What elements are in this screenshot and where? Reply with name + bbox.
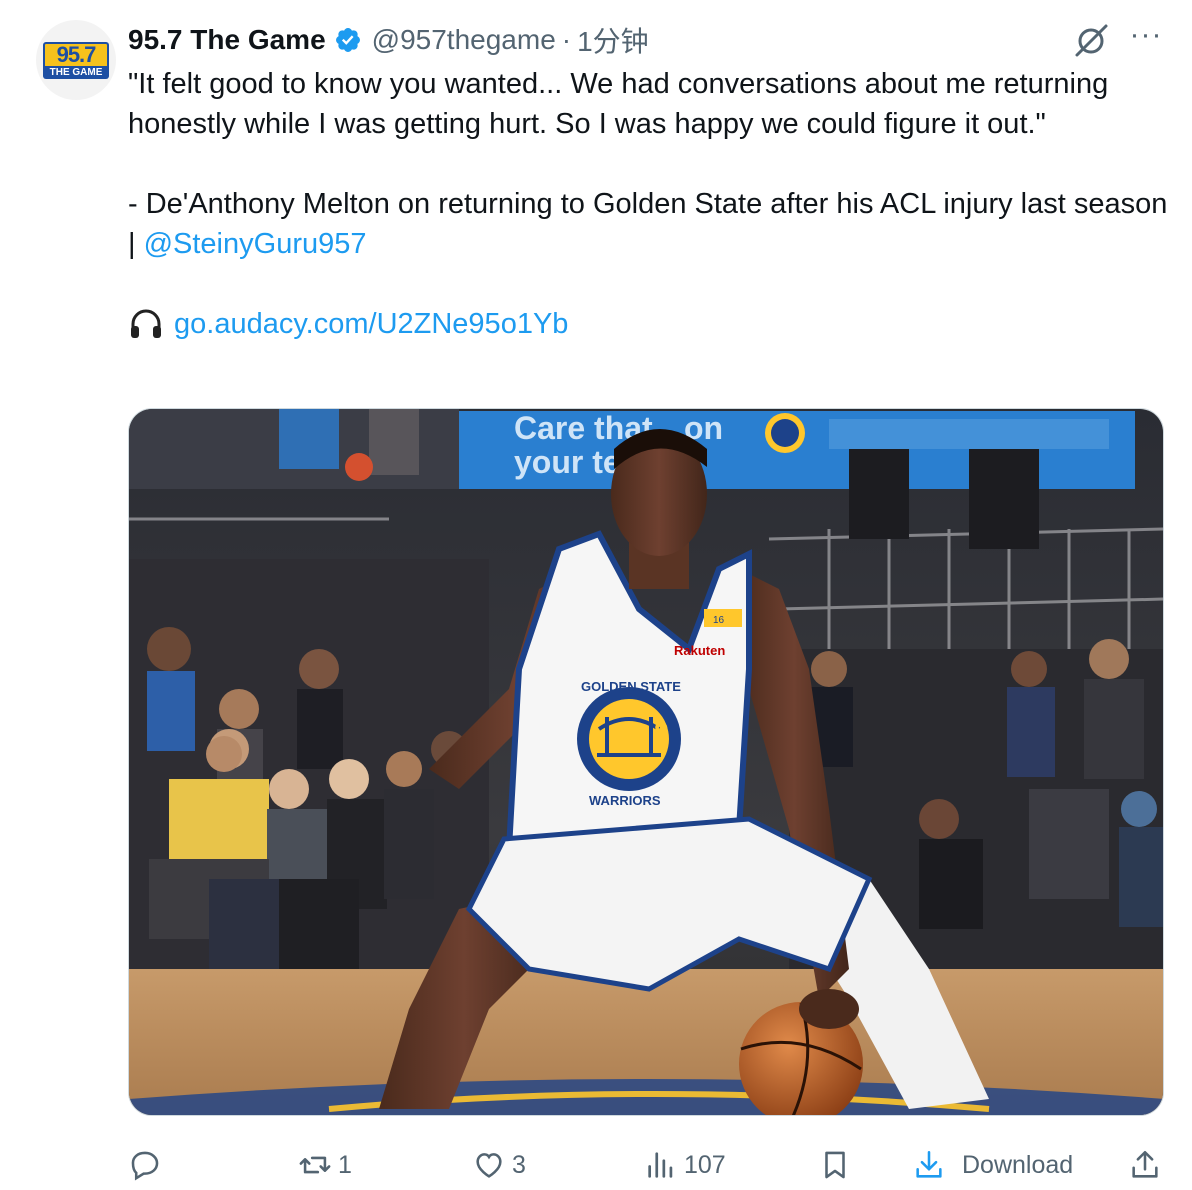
like-button[interactable]: 3: [472, 1142, 526, 1188]
author-display-name[interactable]: 95.7 The Game: [128, 24, 326, 56]
tweet-text: "It felt good to know you wanted... We h…: [128, 64, 1174, 344]
share-button[interactable]: [1128, 1142, 1162, 1188]
retweet-icon: [299, 1156, 331, 1174]
author-handle[interactable]: @957thegame: [372, 24, 556, 56]
tweet-action-bar: 1 3 107 Download: [128, 1142, 1168, 1188]
retweet-count: 1: [338, 1150, 352, 1179]
basketball-photo: Care that on your te 16 Rakuten 8 GOLDEN…: [129, 409, 1163, 1115]
separator-dot: ·: [561, 24, 572, 55]
more-options-icon[interactable]: ···: [1126, 20, 1166, 58]
heart-icon: [476, 1153, 502, 1178]
view-count: 107: [684, 1150, 726, 1179]
bookmark-button[interactable]: [818, 1142, 852, 1188]
tweet-header: 95.7 The Game @957thegame · 1分钟: [128, 22, 649, 58]
retweet-button[interactable]: 1: [298, 1142, 352, 1188]
grok-icon[interactable]: [1072, 22, 1110, 60]
verified-badge-icon: [335, 28, 360, 52]
bookmark-icon: [825, 1151, 845, 1179]
author-avatar[interactable]: 95.7 THE GAME: [36, 20, 116, 100]
share-icon: [1132, 1150, 1158, 1178]
jersey-sponsor: Rakuten: [674, 643, 725, 658]
like-count: 3: [512, 1150, 526, 1179]
download-label: Download: [962, 1150, 1074, 1179]
logo-text: THE GAME: [43, 65, 109, 79]
tweet-timestamp[interactable]: 1分钟: [577, 20, 649, 60]
logo-number: 95.7: [43, 41, 109, 66]
reply-button[interactable]: [128, 1142, 168, 1188]
station-logo: 95.7 THE GAME: [43, 41, 109, 79]
reply-icon: [131, 1151, 159, 1181]
views-icon: [648, 1152, 673, 1178]
audacy-link[interactable]: go.audacy.com/U2ZNe95o1Yb: [174, 304, 568, 344]
jersey-team-bottom: WARRIORS: [589, 793, 661, 808]
jersey-team: GOLDEN STATE: [581, 679, 681, 694]
headphones-icon: [131, 309, 161, 338]
strap-number: 16: [713, 615, 725, 626]
download-icon: [916, 1150, 942, 1178]
mention-link[interactable]: @SteinyGuru957: [144, 228, 367, 260]
tweet-photo[interactable]: Care that on your te 16 Rakuten 8 GOLDEN…: [128, 408, 1164, 1116]
download-button[interactable]: Download: [912, 1142, 1073, 1188]
views-button[interactable]: 107: [644, 1142, 726, 1188]
jersey-number: 8: [654, 717, 668, 747]
banner-text-3: your te: [514, 444, 621, 480]
tweet-attribution: - De'Anthony Melton on returning to Gold…: [128, 184, 1174, 264]
tweet-quote: "It felt good to know you wanted... We h…: [128, 68, 1109, 140]
audio-link-line: go.audacy.com/U2ZNe95o1Yb: [128, 304, 1174, 344]
